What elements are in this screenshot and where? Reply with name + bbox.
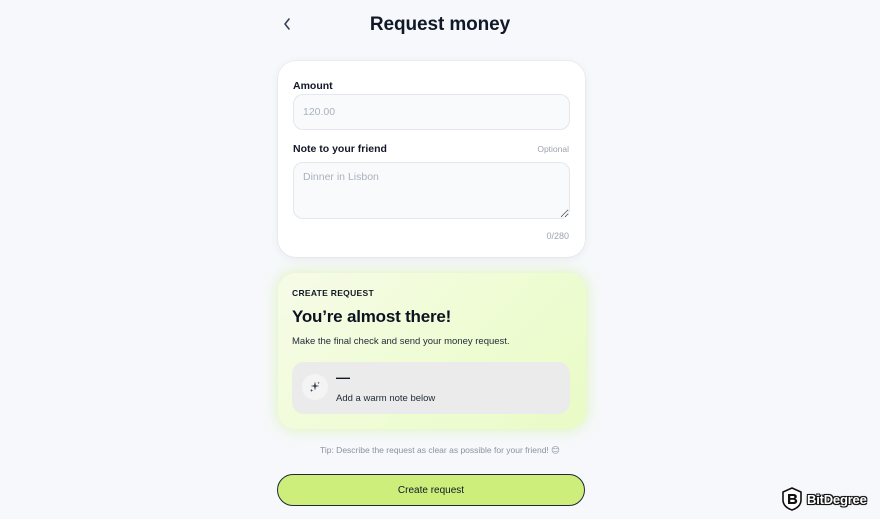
preview-amount: — [336,369,350,385]
note-label: Note to your friend [293,143,387,155]
tip-text: Tip: Describe the request as clear as po… [319,445,561,455]
create-request-button[interactable]: Create request [277,474,585,506]
request-form-card: Amount Note to your friend Optional 0/28… [278,61,585,257]
preview-note: Add a warm note below [336,393,436,404]
request-preview: — Add a warm note below [292,362,570,414]
amount-label: Amount [293,80,333,92]
page-title: Request money [369,14,511,35]
amount-input[interactable] [293,94,570,130]
optional-tag: Optional [537,144,569,154]
request-money-page: Request money Amount Note to your friend… [0,0,880,519]
bitdegree-logo-icon [782,487,802,511]
note-textarea[interactable] [293,162,570,219]
summary-subtext: Make the final check and send your money… [292,336,510,347]
create-request-summary-card: CREATE REQUEST You’re almost there! Make… [278,273,586,429]
watermark-text: BitDegree [807,491,867,507]
summary-heading: You’re almost there! [292,307,452,326]
sparkle-icon [302,374,328,400]
summary-eyebrow: CREATE REQUEST [292,288,374,298]
bitdegree-watermark: BitDegree [781,487,867,511]
char-counter: 0/280 [546,231,569,241]
